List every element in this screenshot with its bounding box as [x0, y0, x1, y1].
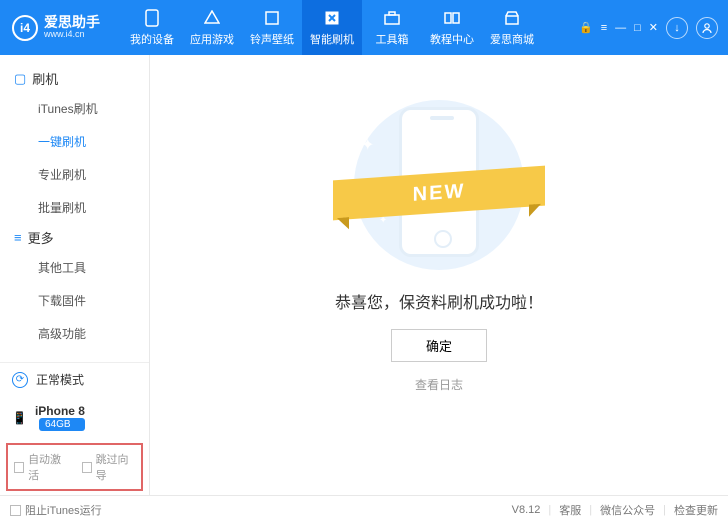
sidebar-item-oneclick-flash[interactable]: 一键刷机: [4, 125, 149, 158]
apps-icon: [203, 9, 221, 27]
refresh-icon: ⟳: [12, 372, 28, 388]
main-panel: ✦ ✦ ✦ NEW 恭喜您，保资料刷机成功啦！ 确定 查看日志: [150, 55, 728, 495]
title-bar: i4 爱思助手 www.i4.cn 我的设备 应用游戏 铃声壁纸 智能刷机 工具…: [0, 0, 728, 55]
nav-flash[interactable]: 智能刷机: [302, 0, 362, 55]
device-icon: ▢: [14, 71, 26, 87]
user-icon[interactable]: [696, 17, 718, 39]
storage-badge: 64GB: [39, 418, 85, 431]
nav-toolbox[interactable]: 工具箱: [362, 0, 422, 55]
support-link[interactable]: 客服: [559, 502, 581, 518]
download-icon[interactable]: ↓: [666, 17, 688, 39]
sidebar-item-advanced[interactable]: 高级功能: [4, 317, 149, 350]
status-bar: 阻止iTunes运行 V8.12| 客服| 微信公众号| 检查更新: [0, 495, 728, 524]
sidebar-item-batch-flash[interactable]: 批量刷机: [4, 191, 149, 224]
music-icon: [263, 9, 281, 27]
store-icon: [503, 9, 521, 27]
logo-icon: i4: [12, 15, 38, 41]
flash-options: 自动激活 跳过向导: [6, 443, 143, 491]
view-log-link[interactable]: 查看日志: [415, 376, 463, 393]
app-logo: i4 爱思助手 www.i4.cn: [0, 15, 112, 41]
window-controls: 🔒 ≡ — □ ✕ ↓: [579, 17, 728, 39]
close-button[interactable]: ✕: [649, 21, 658, 34]
check-update-link[interactable]: 检查更新: [674, 502, 718, 518]
sidebar-group-more: ≡更多: [0, 224, 149, 251]
toolbox-icon: [383, 9, 401, 27]
minimize-button[interactable]: —: [615, 22, 626, 34]
book-icon: [443, 9, 461, 27]
connected-device[interactable]: 📱 iPhone 8 64GB: [0, 396, 149, 439]
sidebar-item-itunes-flash[interactable]: iTunes刷机: [4, 92, 149, 125]
lock-icon[interactable]: 🔒: [579, 21, 593, 34]
brand-url: www.i4.cn: [44, 30, 100, 40]
nav-apps[interactable]: 应用游戏: [182, 0, 242, 55]
nav-store[interactable]: 爱思商城: [482, 0, 542, 55]
phone-small-icon: 📱: [12, 411, 27, 425]
sidebar-item-download-firmware[interactable]: 下载固件: [4, 284, 149, 317]
auto-activate-checkbox[interactable]: 自动激活: [14, 451, 68, 483]
sparkle-icon: ✦: [509, 129, 519, 143]
skip-setup-checkbox[interactable]: 跳过向导: [82, 451, 136, 483]
nav-my-device[interactable]: 我的设备: [122, 0, 182, 55]
nav-ringtones[interactable]: 铃声壁纸: [242, 0, 302, 55]
sidebar-item-pro-flash[interactable]: 专业刷机: [4, 158, 149, 191]
device-mode[interactable]: ⟳ 正常模式: [0, 363, 149, 396]
sidebar: ▢刷机 iTunes刷机 一键刷机 专业刷机 批量刷机 ≡更多 其他工具 下载固…: [0, 55, 150, 495]
block-itunes-checkbox[interactable]: 阻止iTunes运行: [10, 502, 102, 518]
success-message: 恭喜您，保资料刷机成功啦！: [335, 289, 543, 313]
phone-icon: [143, 9, 161, 27]
brand-name: 爱思助手: [44, 15, 100, 30]
success-illustration: ✦ ✦ ✦ NEW: [339, 95, 539, 275]
nav-tutorials[interactable]: 教程中心: [422, 0, 482, 55]
sidebar-item-other-tools[interactable]: 其他工具: [4, 251, 149, 284]
ok-button[interactable]: 确定: [391, 329, 487, 362]
menu-icon[interactable]: ≡: [601, 22, 607, 34]
top-nav: 我的设备 应用游戏 铃声壁纸 智能刷机 工具箱 教程中心 爱思商城: [122, 0, 542, 55]
maximize-button[interactable]: □: [634, 22, 641, 34]
sidebar-group-flash: ▢刷机: [0, 65, 149, 92]
more-icon: ≡: [14, 230, 22, 245]
wechat-link[interactable]: 微信公众号: [600, 502, 655, 518]
sparkle-icon: ✦: [361, 135, 374, 155]
flash-icon: [323, 9, 341, 27]
version-label: V8.12: [512, 504, 541, 516]
